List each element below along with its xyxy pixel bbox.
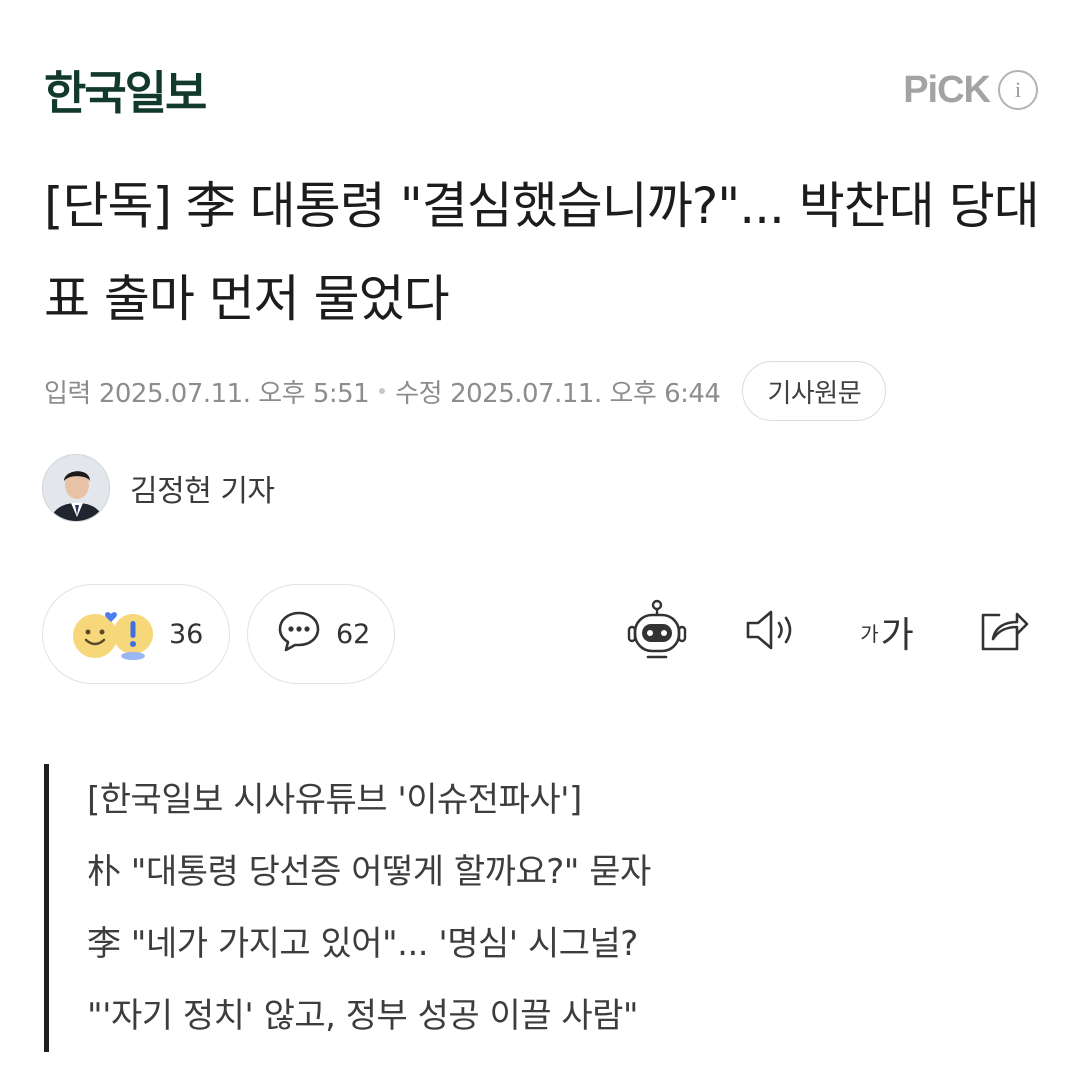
article-headline: [단독] 李 대통령 "결심했습니까?"... 박찬대 당대표 출마 먼저 물었…: [44, 177, 1040, 328]
font-size-large-icon: 가: [880, 615, 914, 656]
edit-label: 수정: [395, 378, 443, 409]
reporter-avatar[interactable]: [42, 454, 110, 522]
reporter-row[interactable]: 김정현 기자: [42, 454, 275, 522]
speaker-icon: [744, 607, 798, 657]
summary-line: [한국일보 시사유튜브 '이슈전파사']: [87, 780, 582, 820]
comment-count: 62: [336, 618, 371, 650]
reporter-name[interactable]: 김정현 기자: [130, 466, 275, 510]
reporter-photo-icon: [43, 455, 109, 521]
article-summary: [한국일보 시사유튜브 '이슈전파사'] 朴 "대통령 당선증 어떻게 할까요?…: [44, 764, 651, 1052]
ai-summary-button[interactable]: [624, 599, 690, 665]
summary-line: "'자기 정치' 않고, 정부 성공 이끌 사람": [87, 996, 639, 1036]
font-size-button[interactable]: 가 가: [854, 600, 920, 664]
article-meta: 입력 2025.07.11. 오후 5:51 수정 2025.07.11. 오후…: [44, 361, 887, 421]
summary-line: 李 "네가 가지고 있어"... '명심' 시그널?: [87, 924, 638, 964]
input-time: 2025.07.11. 오후 5:51: [98, 378, 370, 409]
comment-icon: [276, 608, 322, 661]
share-icon: [977, 605, 1031, 659]
header-bar: 한국일보 PiCK i: [44, 60, 1038, 120]
read-aloud-button[interactable]: [742, 600, 800, 664]
press-logo[interactable]: 한국일보: [44, 57, 207, 123]
font-size-small-icon: 가: [860, 621, 879, 646]
robot-icon: [626, 599, 688, 665]
separator-dot: [379, 388, 386, 394]
input-label: 입력: [44, 378, 91, 409]
comment-button[interactable]: 62: [247, 584, 395, 684]
reaction-button[interactable]: 36: [42, 584, 230, 684]
original-article-button[interactable]: 기사원문: [742, 361, 887, 421]
summary-line: 朴 "대통령 당선증 어떻게 할까요?" 묻자: [87, 852, 651, 892]
reaction-emoji-icon: [71, 606, 155, 662]
pick-badge[interactable]: PiCK i: [903, 69, 1038, 112]
info-icon[interactable]: i: [998, 70, 1038, 110]
share-button[interactable]: [974, 600, 1034, 664]
reaction-count: 36: [169, 618, 204, 650]
edit-time: 2025.07.11. 오후 6:44: [450, 378, 721, 409]
article-page: 한국일보 PiCK i [단독] 李 대통령 "결심했습니까?"... 박찬대 …: [0, 0, 1080, 1084]
pick-label: PiCK: [903, 68, 991, 111]
